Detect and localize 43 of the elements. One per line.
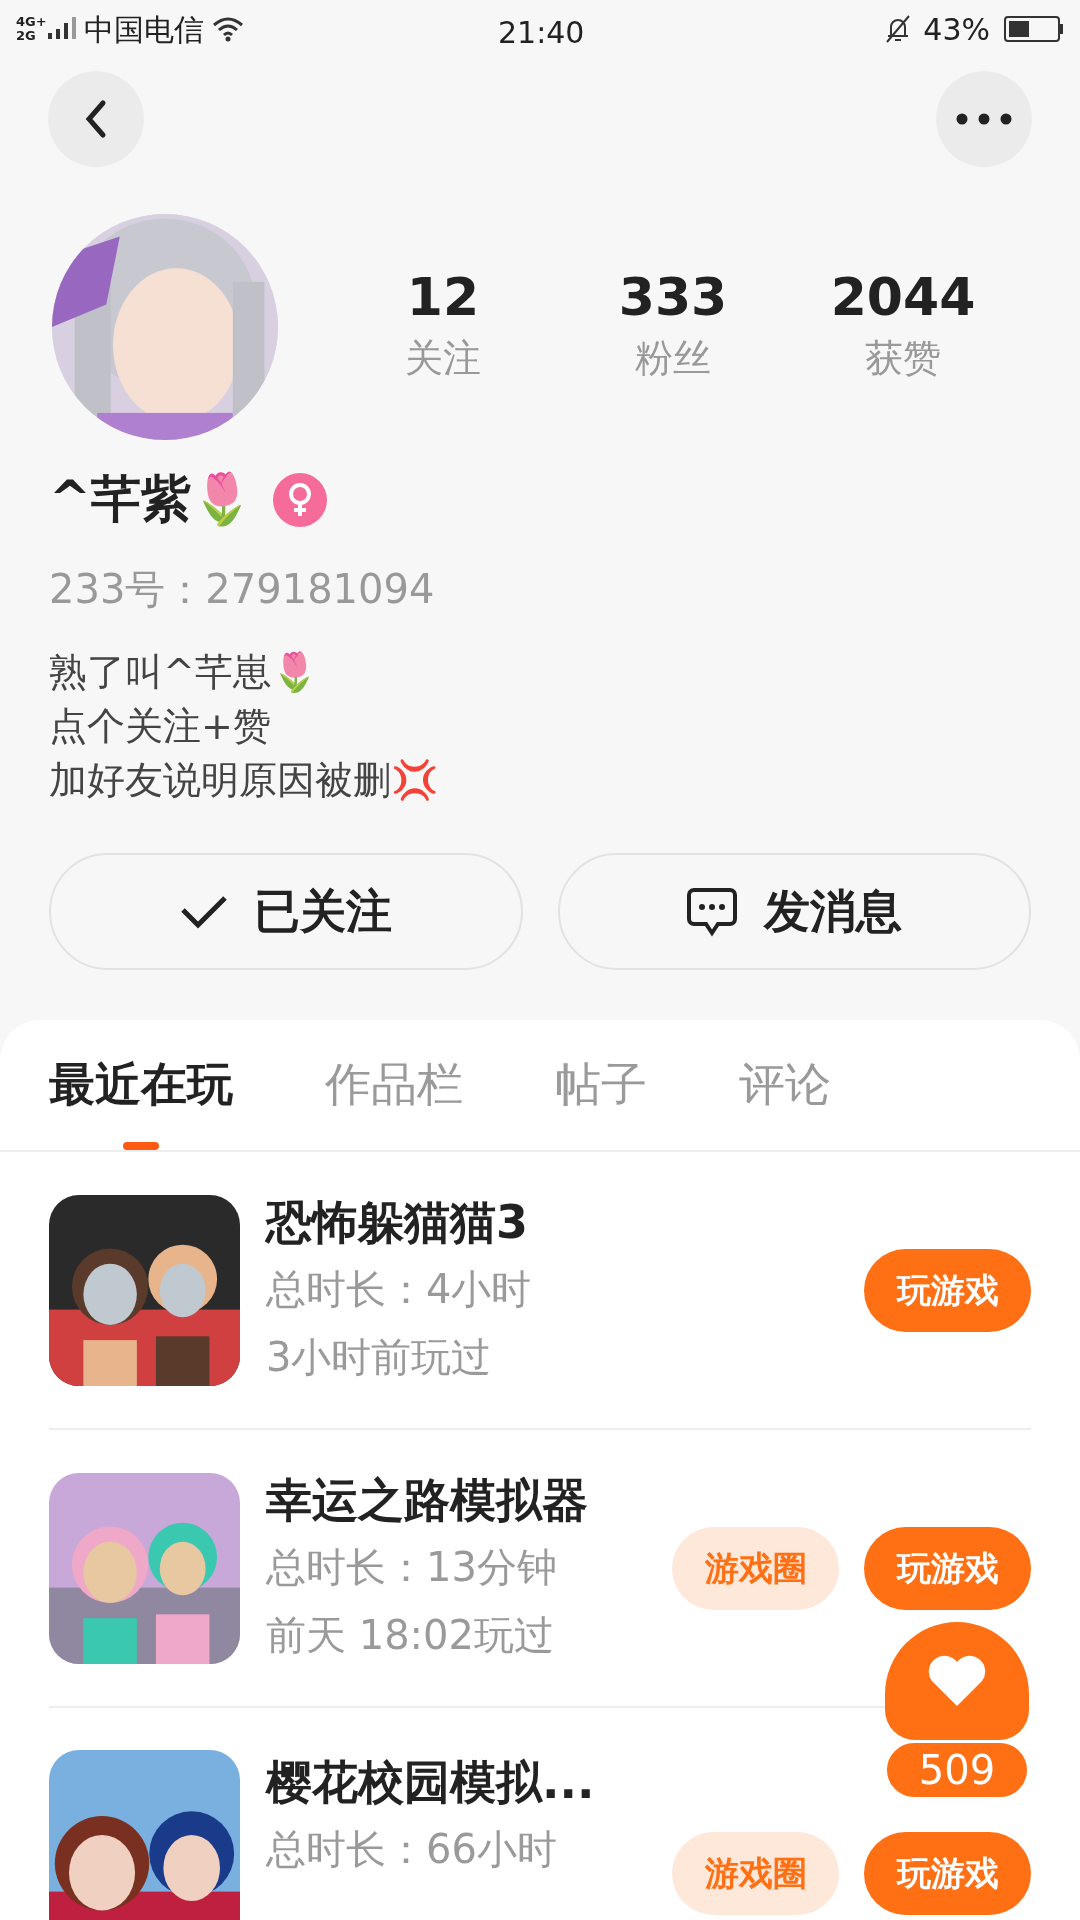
- signal-icon: [46, 17, 76, 41]
- message-button[interactable]: 发消息: [557, 853, 1031, 970]
- stat-value: 333: [618, 266, 728, 328]
- carrier-name: 中国电信: [84, 10, 204, 49]
- play-duration: 总时长：66小时: [266, 1825, 558, 1874]
- stat-value: 2044: [830, 266, 976, 328]
- tab[interactable]: 作品栏: [325, 1018, 463, 1150]
- game-title: 恐怖躲猫猫3: [266, 1194, 529, 1251]
- play-button[interactable]: 玩游戏: [864, 1248, 1031, 1332]
- wifi-icon: [212, 16, 244, 42]
- game-title: 樱花校园模拟...: [266, 1754, 596, 1811]
- stat-value: 12: [406, 266, 480, 328]
- bio-line: 加好友说明原因被删💢: [49, 757, 439, 804]
- play-button[interactable]: 玩游戏: [864, 1832, 1031, 1915]
- tab[interactable]: 评论: [739, 1018, 831, 1150]
- play-button[interactable]: 玩游戏: [864, 1526, 1031, 1610]
- more-icon: [956, 113, 1012, 125]
- tab[interactable]: 最近在玩: [49, 1018, 233, 1150]
- stat-label: 获赞: [865, 335, 941, 382]
- play-duration: 总时长：4小时: [266, 1265, 533, 1314]
- user-id: 233号：279181094: [49, 565, 436, 614]
- battery-percent: 43%: [923, 10, 990, 49]
- bio-line: 点个关注+赞: [49, 703, 272, 750]
- game-title: 幸运之路模拟器: [266, 1472, 589, 1529]
- clock: 21:40: [498, 14, 585, 52]
- follow-button[interactable]: 已关注: [49, 853, 523, 970]
- battery-icon: [1004, 16, 1064, 42]
- community-button[interactable]: 游戏圈: [672, 1526, 839, 1610]
- play-duration: 总时长：13分钟: [266, 1543, 558, 1592]
- like-count: 509: [884, 1740, 1030, 1800]
- stat-label: 粉丝: [635, 335, 711, 382]
- bio-line: 熟了叫^芊崽🌷: [49, 649, 319, 696]
- community-button[interactable]: 游戏圈: [672, 1832, 839, 1915]
- tab-indicator: [123, 1142, 159, 1150]
- stat-label: 关注: [405, 335, 481, 382]
- chat-icon: [686, 886, 739, 937]
- user-name: ^芊紫🌷: [49, 469, 253, 530]
- last-played: 3小时前玩过: [266, 1333, 493, 1382]
- heart-icon: [927, 1654, 987, 1708]
- check-icon: [179, 893, 228, 930]
- tab[interactable]: 帖子: [555, 1018, 647, 1150]
- female-icon: [272, 472, 327, 527]
- last-played: 前天 18:02玩过: [266, 1611, 555, 1660]
